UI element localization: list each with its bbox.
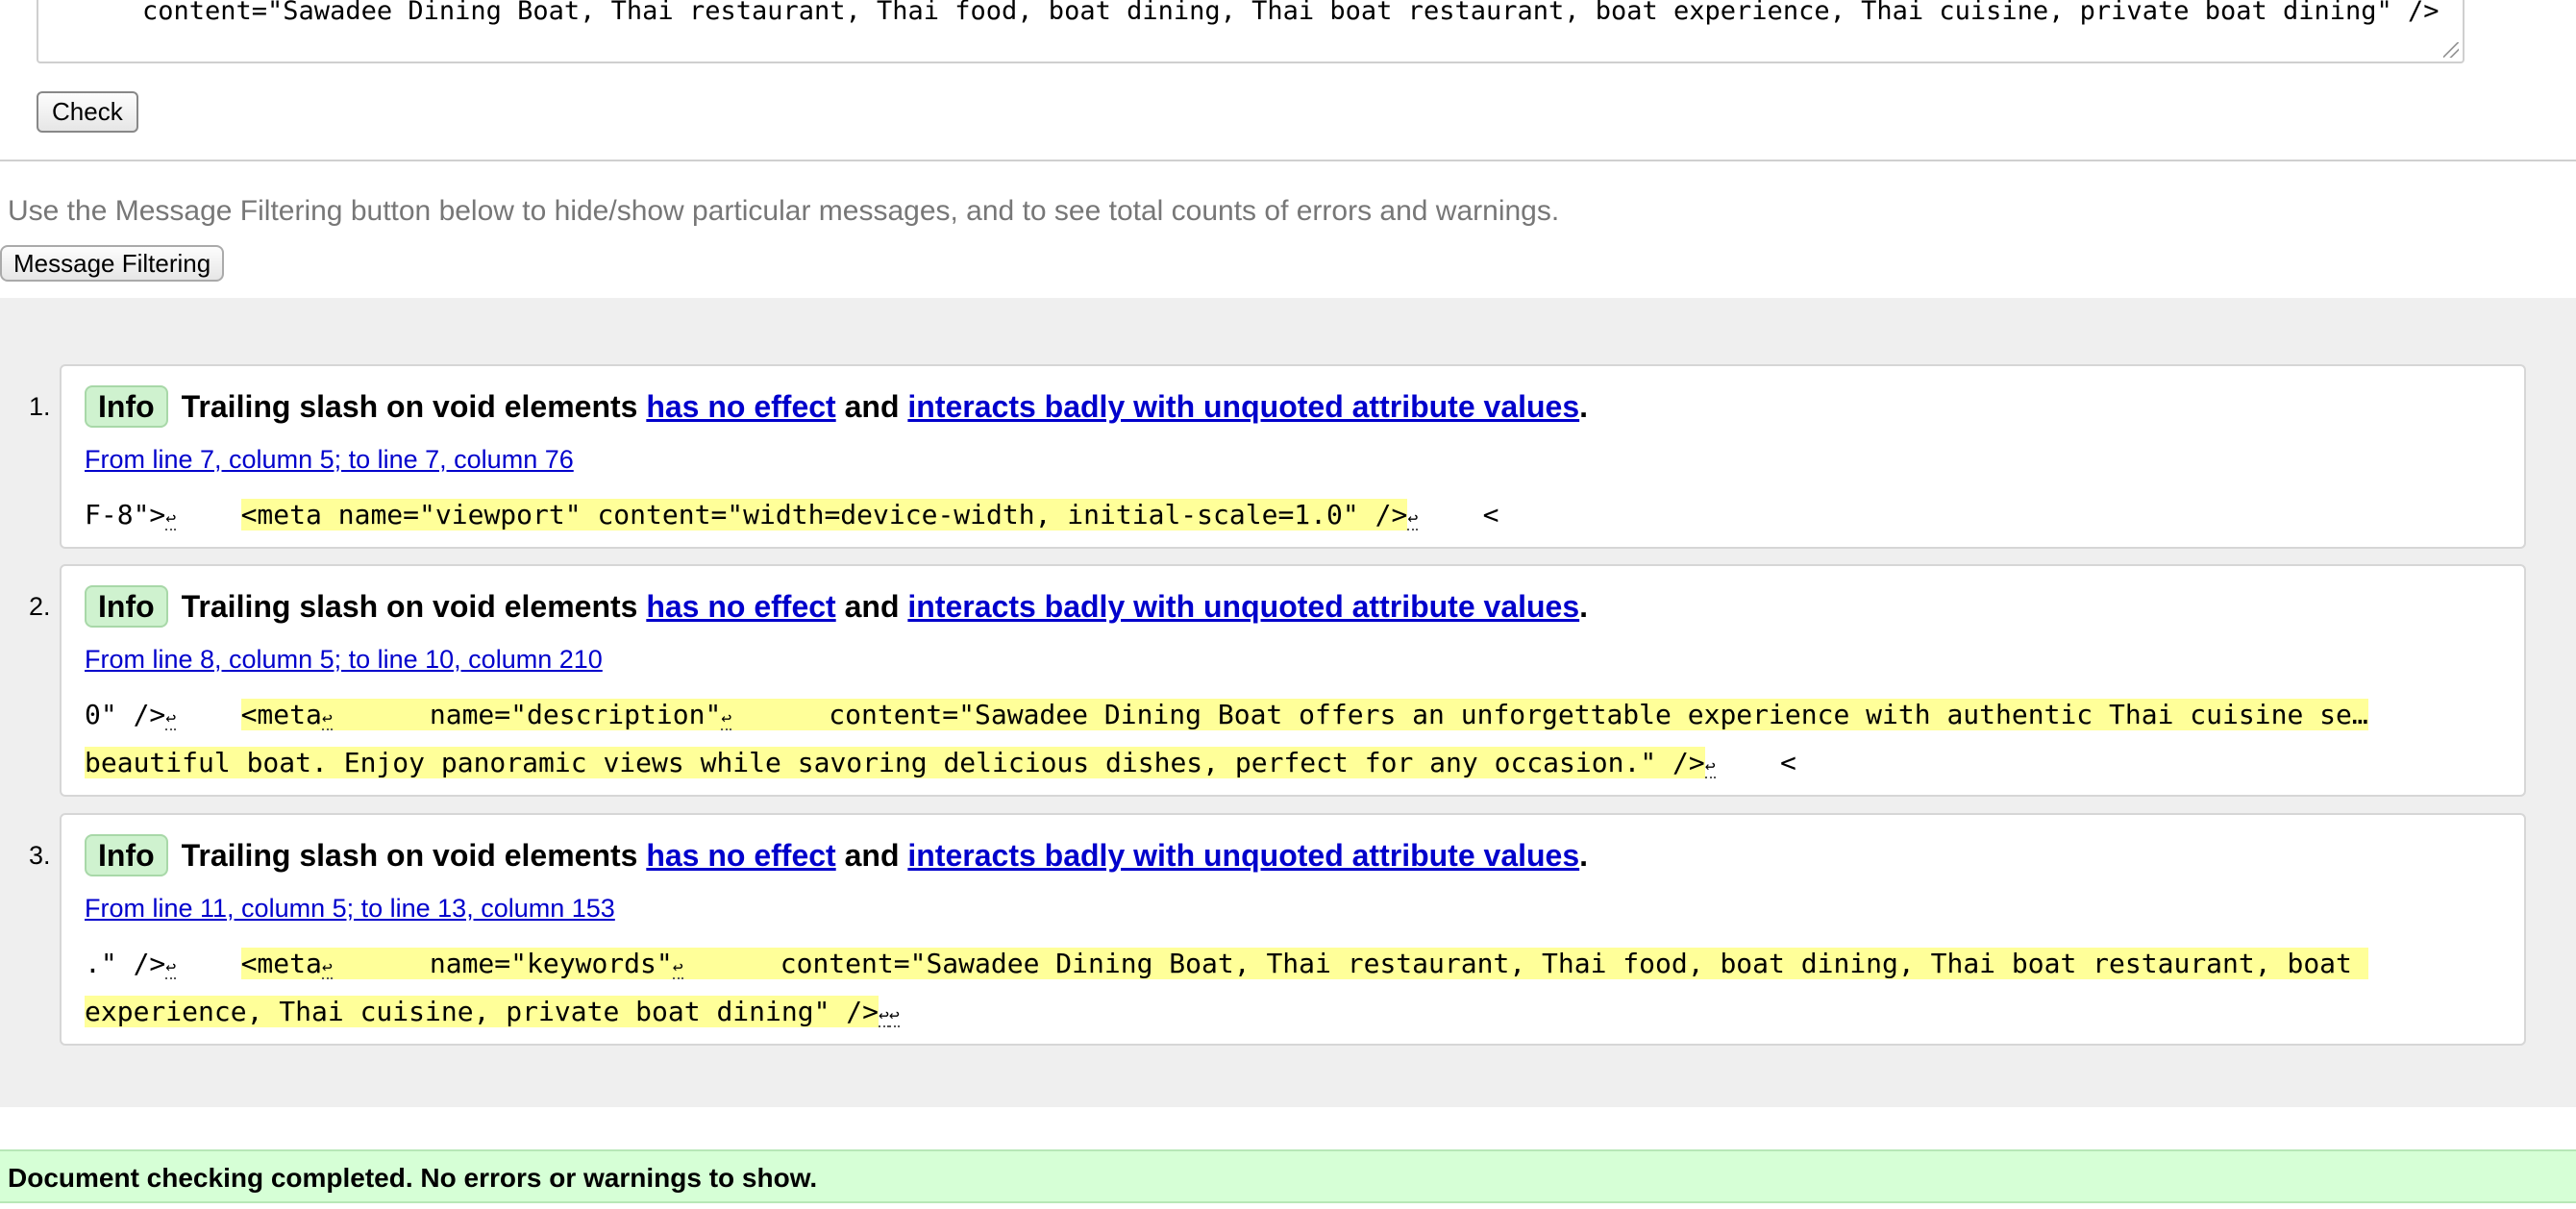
message-item: Info Trailing slash on void elements has …: [60, 564, 2526, 797]
filter-hint: Use the Message Filtering button below t…: [8, 195, 1560, 227]
extract-highlight: <meta↩ name="keywords"↩ content="Sawadee…: [240, 948, 2368, 979]
divider: [0, 160, 2576, 161]
message-title-conj: and: [844, 389, 900, 424]
message-title-period: .: [1579, 389, 1589, 424]
has-no-effect-link[interactable]: has no effect: [646, 389, 835, 424]
message-title-period: .: [1579, 589, 1589, 624]
extract-highlight: <meta name="viewport" content="width=dev…: [240, 499, 1408, 530]
message-number: 1.: [29, 392, 51, 421]
message-title-conj: and: [844, 589, 900, 624]
message-title: Info Trailing slash on void elements has …: [85, 585, 1588, 628]
message-title-text: Trailing slash on void elements: [181, 589, 638, 624]
extract-hl-a: <meta: [240, 699, 322, 730]
check-button[interactable]: Check: [37, 91, 138, 133]
info-badge: Info: [85, 385, 168, 428]
extract-post: <: [1715, 747, 1796, 778]
newline-icon: ↩: [165, 708, 177, 730]
message-title-text: Trailing slash on void elements: [181, 838, 638, 873]
extract-highlight: <meta↩ name="description"↩ content="Sawa…: [240, 699, 2368, 730]
newline-icon: ↩: [321, 708, 333, 730]
extract-hl-c: content="Sawadee Dining Boat offers an u…: [731, 699, 2368, 730]
extract-pre: 0" />: [85, 699, 166, 730]
location-link[interactable]: From line 7, column 5; to line 7, column…: [85, 445, 574, 475]
code-extract: ." />↩ <meta↩ name="keywords"↩ content="…: [85, 940, 2368, 1036]
resize-handle-icon[interactable]: [2443, 42, 2459, 58]
location-link[interactable]: From line 11, column 5; to line 13, colu…: [85, 894, 615, 924]
unquoted-attribute-link[interactable]: interacts badly with unquoted attribute …: [907, 389, 1579, 424]
code-extract: 0" />↩ <meta↩ name="description"↩ conten…: [85, 691, 2368, 787]
newline-icon: ↩: [165, 957, 177, 979]
textarea-text: content="Sawadee Dining Boat, Thai resta…: [142, 0, 2440, 26]
extract-hl-d: experience, Thai cuisine, private boat d…: [85, 996, 879, 1027]
extract-pre: ." />: [85, 948, 166, 979]
extract-hl-c: content="Sawadee Dining Boat, Thai resta…: [682, 948, 2368, 979]
newline-icon: ↩: [321, 957, 333, 979]
newline-icon: ↩: [672, 957, 683, 979]
message-number: 3.: [29, 841, 51, 870]
extract-hl-d: beautiful boat. Enjoy panoramic views wh…: [85, 747, 1705, 778]
unquoted-attribute-link[interactable]: interacts badly with unquoted attribute …: [907, 589, 1579, 624]
message-title-text: Trailing slash on void elements: [181, 389, 638, 424]
message-title-period: .: [1579, 838, 1589, 873]
has-no-effect-link[interactable]: has no effect: [646, 838, 835, 873]
status-text: Document checking completed. No errors o…: [8, 1163, 818, 1193]
info-badge: Info: [85, 834, 168, 876]
status-bar: Document checking completed. No errors o…: [0, 1149, 2576, 1203]
extract-post: <: [1418, 499, 1499, 530]
newline-icon: ↩: [1704, 756, 1716, 778]
extract-hl-b: name="keywords": [332, 948, 673, 979]
newline-icon: ↩: [879, 1005, 889, 1027]
message-item: Info Trailing slash on void elements has …: [60, 364, 2526, 549]
newline-icon: ↩: [721, 708, 732, 730]
message-item: Info Trailing slash on void elements has …: [60, 813, 2526, 1046]
message-title-conj: and: [844, 838, 900, 873]
message-title: Info Trailing slash on void elements has …: [85, 385, 1588, 428]
newline-icon: ↩: [165, 508, 177, 530]
extract-hl-b: name="description": [332, 699, 722, 730]
newline-icon: ↩: [888, 1005, 900, 1027]
source-textarea[interactable]: content="Sawadee Dining Boat, Thai resta…: [37, 0, 2465, 63]
message-filtering-button[interactable]: Message Filtering: [0, 245, 225, 282]
extract-hl-a: <meta: [240, 948, 322, 979]
location-link[interactable]: From line 8, column 5; to line 10, colum…: [85, 645, 603, 675]
message-title: Info Trailing slash on void elements has …: [85, 834, 1588, 876]
has-no-effect-link[interactable]: has no effect: [646, 589, 835, 624]
newline-icon: ↩: [1407, 508, 1419, 530]
extract-pre: F-8">: [85, 499, 166, 530]
unquoted-attribute-link[interactable]: interacts badly with unquoted attribute …: [907, 838, 1579, 873]
message-number: 2.: [29, 592, 51, 621]
info-badge: Info: [85, 585, 168, 628]
code-extract: F-8">↩ <meta name="viewport" content="wi…: [85, 491, 1499, 539]
